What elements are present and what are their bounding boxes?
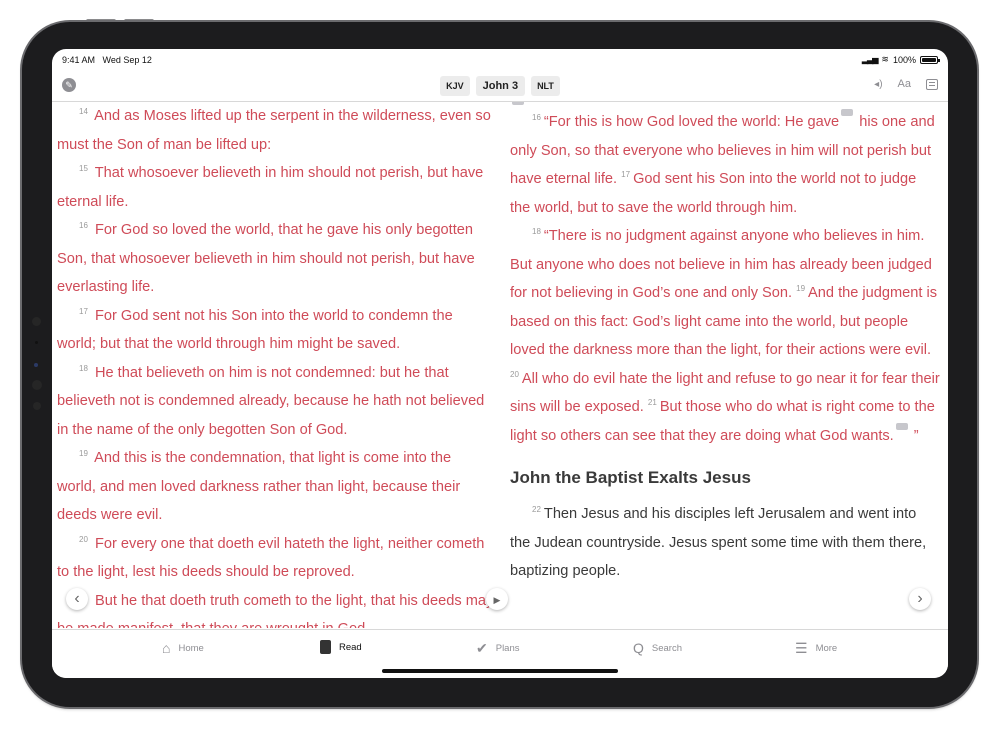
paragraph: 16 “For this is how God loved the world: … (510, 108, 940, 222)
verse-text: For God so loved the world, that he gave… (57, 222, 475, 295)
verse-number: 20 (510, 369, 519, 379)
close-quote: ” (913, 427, 919, 444)
verse-number: 16 (79, 221, 88, 231)
tab-read[interactable]: Read (320, 640, 362, 654)
camera-lens (32, 317, 41, 326)
verse-number: 20 (79, 534, 88, 544)
verse-number: 18 (532, 227, 541, 237)
verse: 15 That whosoever believeth in him shoul… (57, 159, 494, 216)
tab-search[interactable]: Q Search (633, 640, 682, 656)
verse-number: 19 (796, 284, 806, 294)
verse-text: That whosoever believeth in him should n… (57, 165, 484, 210)
verse-number: 15 (79, 164, 88, 174)
play-audio-button[interactable]: ▶ (486, 588, 508, 610)
verse-text: And as Moses lifted up the serpent in th… (57, 108, 491, 153)
verse-number: 16 (532, 113, 541, 123)
nlt-column: 16 “For this is how God loved the world: … (510, 102, 940, 628)
battery-percent: 100% (892, 54, 916, 65)
left-version-button[interactable]: KJV (440, 76, 470, 96)
battery-icon (920, 55, 940, 64)
verse-number: 17 (79, 306, 88, 316)
verse-number: 14 (79, 107, 88, 117)
verse-text: But he that doeth truth cometh to the li… (57, 592, 494, 629)
date-text: Wed Sep 12 (102, 55, 152, 65)
note-icon[interactable] (841, 109, 854, 117)
chevron-left-icon: ‹ (74, 590, 80, 607)
tab-label: Read (339, 641, 362, 653)
kjv-column: 14 And as Moses lifted up the serpent in… (57, 102, 494, 628)
camera-sensor (35, 341, 38, 344)
verse: 16 For God so loved the world, that he g… (57, 216, 494, 302)
parallel-view-icon[interactable] (926, 78, 938, 90)
verse-number: 17 (621, 170, 631, 180)
tab-home[interactable]: ⌂ Home (162, 640, 204, 656)
next-chapter-button[interactable]: › (909, 588, 931, 610)
home-indicator[interactable] (382, 669, 618, 673)
verse: 19 And this is the condemnation, that li… (57, 444, 494, 530)
search-icon: Q (633, 640, 644, 656)
verse-text: He that believeth on him is not condemne… (57, 364, 485, 438)
verse-text: “For this is how God loved the world: He… (543, 114, 840, 130)
verse: 17 For God sent not his Son into the wor… (57, 302, 494, 359)
app-screen: 9:41 AM Wed Sep 12 ▂▃▅ ≋ 100% ✎ KJV John… (52, 49, 948, 678)
camera-indicator (34, 363, 38, 367)
tab-plans[interactable]: ✔ Plans (476, 640, 520, 657)
verse-number: 22 (532, 505, 541, 515)
status-bar: 9:41 AM Wed Sep 12 ▂▃▅ ≋ 100% (52, 49, 948, 71)
camera-lens (32, 380, 42, 390)
verse: 14 And as Moses lifted up the serpent in… (57, 102, 494, 159)
signal-icon: ▂▃▅ (861, 55, 879, 64)
previous-chapter-button[interactable]: ‹ (66, 588, 88, 610)
verse-text: Then Jesus and his disciples left Jerusa… (510, 506, 927, 579)
reader-toolbar: ✎ KJV John 3 NLT ◂) Aa (52, 71, 948, 102)
tab-label: Search (651, 642, 682, 654)
time-text: 9:41 AM (62, 55, 96, 65)
menu-icon: ☰ (795, 640, 808, 656)
wifi-icon: ≋ (881, 54, 889, 64)
home-icon: ⌂ (162, 640, 171, 656)
section-heading: John the Baptist Exalts Jesus (510, 468, 751, 487)
verse: 21 But he that doeth truth cometh to the… (57, 587, 494, 629)
tab-label: More (815, 643, 838, 654)
camera-lens (33, 402, 41, 410)
right-version-button[interactable]: NLT (531, 76, 560, 96)
speaker-icon[interactable]: ◂) (874, 79, 882, 90)
tab-more[interactable]: ☰ More (795, 640, 837, 657)
chapter-button[interactable]: John 3 (475, 76, 526, 96)
status-right: ▂▃▅ ≋ 100% (861, 54, 940, 65)
font-size-icon[interactable]: Aa (898, 78, 911, 90)
paragraph: 18 “There is no judgment against anyone w… (510, 222, 940, 450)
verse-number: 21 (647, 398, 657, 408)
version-selector: KJV John 3 NLT (52, 76, 948, 96)
chevron-right-icon: › (917, 590, 923, 607)
tab-label: Home (178, 642, 204, 654)
verse-text: For every one that doeth evil hateth the… (57, 535, 485, 581)
checkmark-icon: ✔ (476, 640, 488, 656)
toolbar-actions: ◂) Aa (874, 78, 938, 90)
play-icon: ▶ (493, 595, 501, 605)
verse-number: 19 (79, 449, 88, 459)
battery-fill (922, 57, 936, 62)
note-icon[interactable] (512, 102, 524, 105)
status-time: 9:41 AM Wed Sep 12 (62, 55, 152, 65)
verse-number: 18 (79, 363, 88, 373)
note-icon[interactable] (895, 422, 908, 430)
paragraph: 22 Then Jesus and his disciples left Jeru… (510, 500, 940, 586)
verse: 20 For every one that doeth evil hateth … (57, 530, 494, 587)
verse-text: And this is the condemnation, that light… (57, 450, 461, 523)
book-icon (320, 640, 331, 654)
verse-text: For God sent not his Son into the world … (57, 307, 453, 353)
tab-label: Plans (495, 643, 520, 654)
verse: 18 He that believeth on him is not conde… (57, 359, 494, 445)
